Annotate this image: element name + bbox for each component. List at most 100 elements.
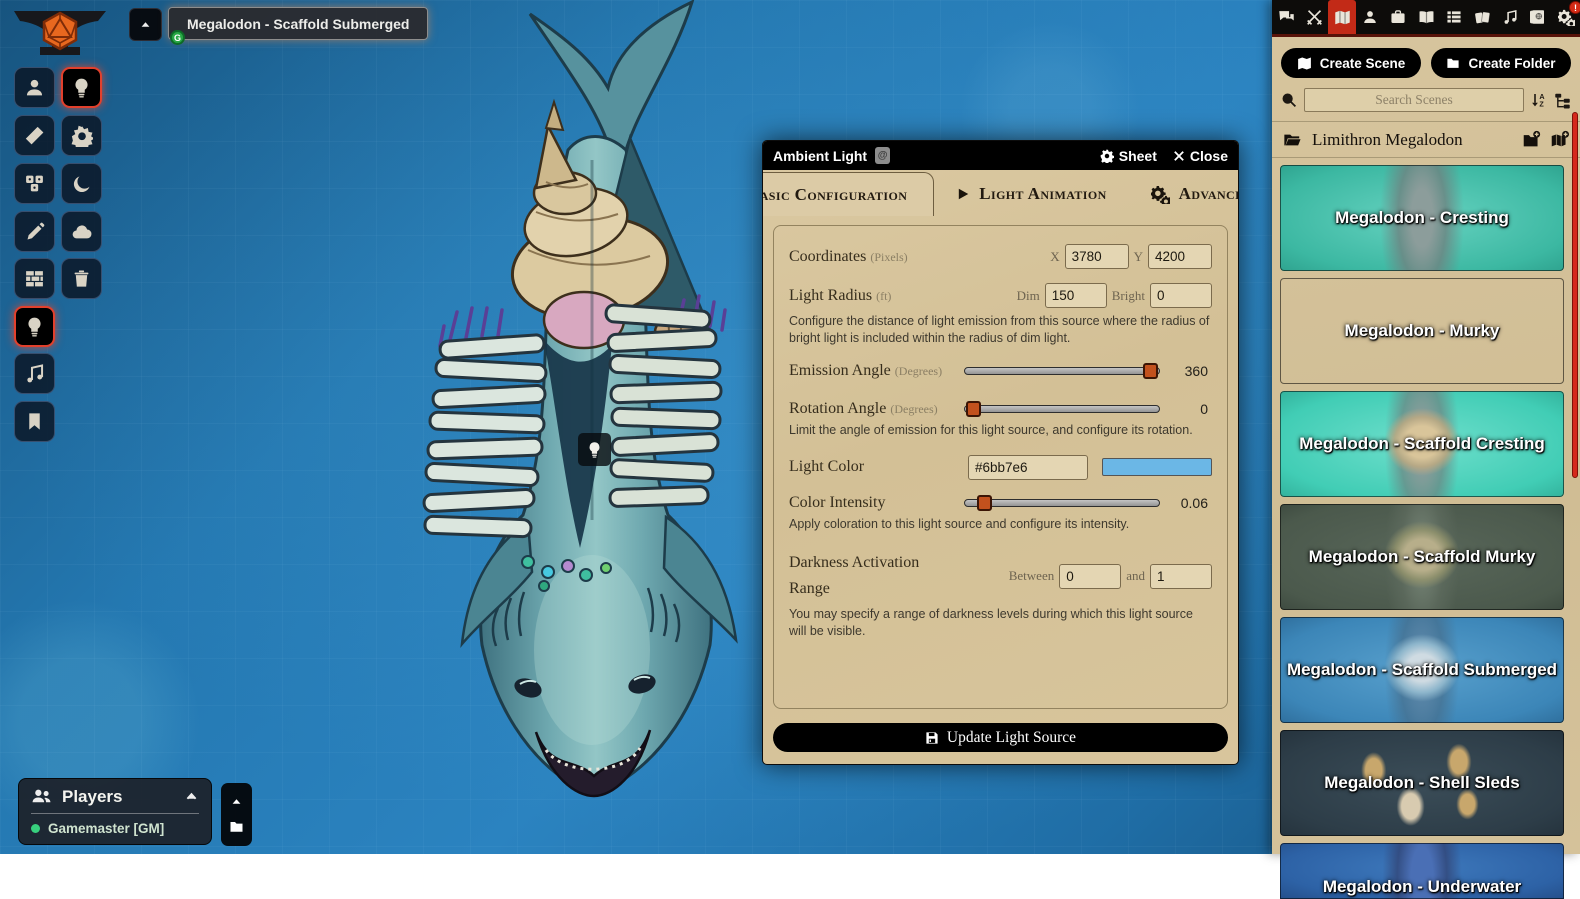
create-scene-in-folder-icon[interactable] <box>1550 130 1569 149</box>
sort-icon[interactable]: AZ <box>1531 92 1547 108</box>
nav-scene-item[interactable]: Megalodon - Scaffold Submerged G <box>168 7 428 40</box>
subtool-night-transition[interactable] <box>61 163 102 204</box>
subtool-reset-fog[interactable] <box>61 211 102 252</box>
tool-token-controls[interactable] <box>14 67 55 108</box>
folder-icon[interactable] <box>229 819 244 834</box>
rotation-angle-slider[interactable] <box>964 401 1160 417</box>
tab-items[interactable] <box>1384 0 1412 34</box>
tab-cards[interactable] <box>1468 0 1496 34</box>
emission-angle-slider[interactable] <box>964 363 1160 379</box>
scene-card[interactable]: Megalodon - Cresting <box>1280 165 1564 271</box>
sheet-config-button[interactable]: Sheet <box>1100 148 1157 164</box>
dim-radius-input[interactable] <box>1045 283 1107 308</box>
darkness-min-input[interactable] <box>1059 564 1121 589</box>
ambient-light-token[interactable] <box>578 433 611 466</box>
player-row[interactable]: Gamemaster [GM] <box>31 821 199 836</box>
tool-drawings[interactable] <box>14 211 55 252</box>
trash-icon <box>72 269 91 288</box>
scene-card[interactable]: Megalodon - Scaffold Cresting <box>1280 391 1564 497</box>
tool-measurement[interactable] <box>14 115 55 156</box>
search-icon <box>1281 92 1297 108</box>
coordinate-y-input[interactable] <box>1148 244 1212 269</box>
players-panel: Players Gamemaster [GM] <box>18 778 212 845</box>
nav-scene-name: Megalodon - Scaffold Submerged <box>187 16 409 32</box>
light-color-input[interactable] <box>968 455 1088 480</box>
subtool-clear-lights[interactable] <box>61 258 102 299</box>
coordinates-label: Coordinates (Pixels) <box>789 248 1045 266</box>
scene-card[interactable]: Megalodon - Scaffold Murky <box>1280 504 1564 610</box>
coordinate-x-input[interactable] <box>1065 244 1129 269</box>
tab-tables[interactable] <box>1440 0 1468 34</box>
tab-journal[interactable] <box>1412 0 1440 34</box>
subtool-draw-light[interactable] <box>61 67 102 108</box>
wall-bricks-icon <box>24 268 45 289</box>
color-intensity-slider[interactable] <box>964 495 1160 511</box>
tables-list-icon <box>1446 9 1462 25</box>
player-name: Gamemaster [GM] <box>48 821 164 836</box>
light-color-swatch[interactable] <box>1102 458 1212 476</box>
sidebar-scrollbar[interactable] <box>1572 112 1578 478</box>
tab-actors[interactable] <box>1356 0 1384 34</box>
tool-lighting[interactable] <box>14 306 55 347</box>
document-id-icon[interactable]: @ <box>875 147 890 164</box>
tab-light-animation[interactable]: Light Animation <box>934 172 1128 216</box>
tab-compendium[interactable] <box>1524 0 1552 34</box>
close-button-label: Close <box>1190 148 1228 164</box>
chevron-up-icon[interactable] <box>184 789 199 804</box>
scene-card-name: Megalodon - Scaffold Cresting <box>1299 434 1545 454</box>
scene-card-name: Megalodon - Scaffold Submerged <box>1287 660 1557 680</box>
window-header[interactable]: Ambient Light @ Sheet Close <box>763 141 1238 170</box>
tool-tiles[interactable] <box>14 163 55 204</box>
gears-icon <box>1151 185 1170 204</box>
rotation-angle-hint: Limit the angle of emission for this lig… <box>789 422 1212 439</box>
darkness-max-input[interactable] <box>1150 564 1212 589</box>
sun-icon <box>71 125 93 147</box>
tab-scenes[interactable] <box>1328 0 1356 34</box>
tool-walls[interactable] <box>14 258 55 299</box>
close-icon <box>1173 150 1185 162</box>
create-folder-in-folder-icon[interactable] <box>1522 130 1541 149</box>
color-intensity-label: Color Intensity <box>789 494 964 512</box>
tab-settings[interactable]: ! <box>1552 0 1580 34</box>
bright-label: Bright <box>1112 288 1145 304</box>
bright-radius-input[interactable] <box>1150 283 1212 308</box>
players-title: Players <box>62 787 123 807</box>
caret-up-icon[interactable] <box>230 795 243 808</box>
foundry-vtt-logo[interactable] <box>8 3 112 59</box>
tab-chat[interactable] <box>1272 0 1300 34</box>
scene-card[interactable]: Megalodon - Murky <box>1280 278 1564 384</box>
svg-text:Z: Z <box>1539 99 1544 108</box>
create-scene-button[interactable]: Create Scene <box>1281 48 1421 78</box>
tab-combat[interactable] <box>1300 0 1328 34</box>
y-label: Y <box>1134 249 1143 265</box>
close-button[interactable]: Close <box>1173 148 1228 164</box>
folder-limithron-megalodon[interactable]: Limithron Megalodon <box>1272 121 1580 158</box>
music-note-icon <box>24 363 45 384</box>
tool-notes[interactable] <box>14 401 55 442</box>
darkness-range-label: Darkness Activation Range <box>789 550 1004 602</box>
user-icon <box>24 77 45 98</box>
lightbulb-icon <box>24 316 45 337</box>
tab-basic-configuration[interactable]: Basic Configuration <box>762 172 934 216</box>
folder-tree-icon[interactable] <box>1554 92 1571 109</box>
emission-angle-value: 360 <box>1160 363 1212 379</box>
color-intensity-row: Color Intensity 0.06 <box>789 494 1212 512</box>
tool-sounds[interactable] <box>14 353 55 394</box>
subtool-day-transition[interactable] <box>61 115 102 156</box>
light-config-form: Coordinates (Pixels) X Y Light Radius (f… <box>773 225 1228 709</box>
color-intensity-value: 0.06 <box>1160 495 1212 511</box>
players-header[interactable]: Players <box>31 786 199 807</box>
map-icon <box>1297 56 1312 71</box>
save-icon <box>925 731 939 745</box>
tab-advanced-options[interactable]: Advanced Options <box>1129 172 1239 216</box>
tab-playlists[interactable] <box>1496 0 1524 34</box>
nav-collapse-button[interactable] <box>129 8 162 41</box>
scene-card[interactable]: Megalodon - Shell Sleds <box>1280 730 1564 836</box>
scene-card[interactable]: Megalodon - Underwater <box>1280 843 1564 899</box>
create-folder-button[interactable]: Create Folder <box>1431 48 1571 78</box>
search-scenes-input[interactable] <box>1304 88 1524 112</box>
scene-card[interactable]: Megalodon - Scaffold Submerged <box>1280 617 1564 723</box>
lightbulb-icon <box>586 441 603 458</box>
update-light-source-button[interactable]: Update Light Source <box>773 723 1228 752</box>
sidebar-tabs: ! <box>1272 0 1580 34</box>
